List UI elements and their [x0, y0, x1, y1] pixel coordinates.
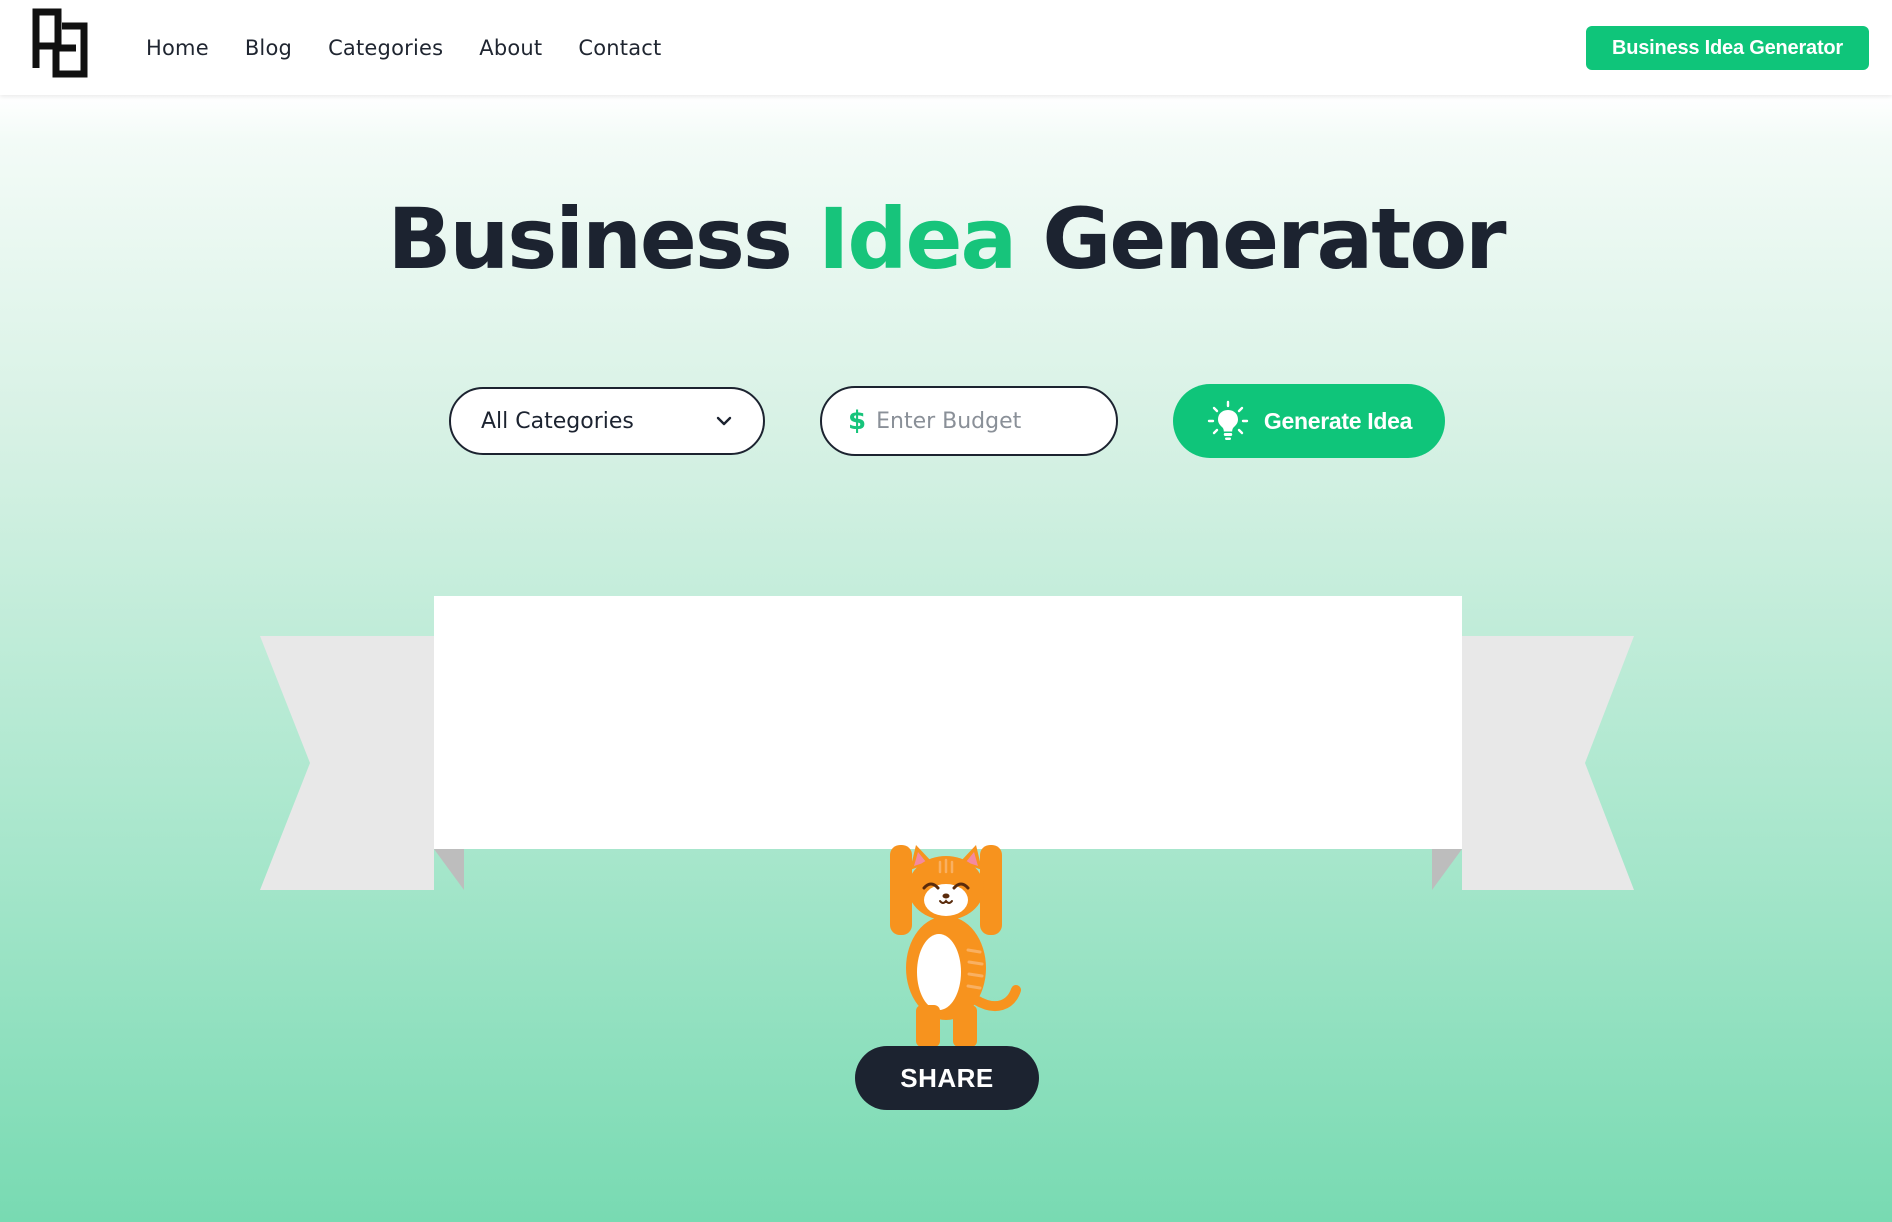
title-part2: Generator: [1042, 190, 1506, 288]
business-idea-generator-button[interactable]: Business Idea Generator: [1586, 26, 1869, 70]
title-accent: Idea: [818, 190, 1017, 288]
nav-categories[interactable]: Categories: [328, 36, 443, 60]
site-header: Home Blog Categories About Contact Busin…: [0, 0, 1892, 95]
budget-input[interactable]: [876, 408, 1077, 434]
page-title: Business Idea Generator: [0, 190, 1892, 288]
title-part1: Business: [387, 190, 792, 288]
nav-home[interactable]: Home: [146, 36, 209, 60]
main-nav: Home Blog Categories About Contact: [146, 0, 697, 95]
idea-result-card: [434, 596, 1462, 849]
ribbon-left-fold: [434, 849, 464, 890]
pd-logo-icon[interactable]: [32, 8, 88, 78]
generate-idea-button[interactable]: Generate Idea: [1173, 384, 1445, 458]
ribbon-right-fold: [1432, 849, 1462, 890]
chevron-down-icon: [716, 416, 732, 426]
nav-contact[interactable]: Contact: [578, 36, 661, 60]
nav-blog[interactable]: Blog: [245, 36, 292, 60]
generate-idea-label: Generate Idea: [1263, 407, 1413, 434]
category-select-value: All Categories: [481, 408, 634, 434]
ribbon-right-tail: [1462, 636, 1634, 890]
ribbon-left-tail: [260, 636, 434, 890]
budget-field[interactable]: $: [820, 386, 1118, 456]
category-select[interactable]: All Categories: [449, 387, 765, 455]
share-button[interactable]: SHARE: [855, 1046, 1039, 1110]
nav-about[interactable]: About: [479, 36, 542, 60]
cat-mascot-icon: [890, 845, 1021, 1047]
lightbulb-icon: [1207, 400, 1249, 440]
dollar-icon: $: [848, 406, 867, 436]
